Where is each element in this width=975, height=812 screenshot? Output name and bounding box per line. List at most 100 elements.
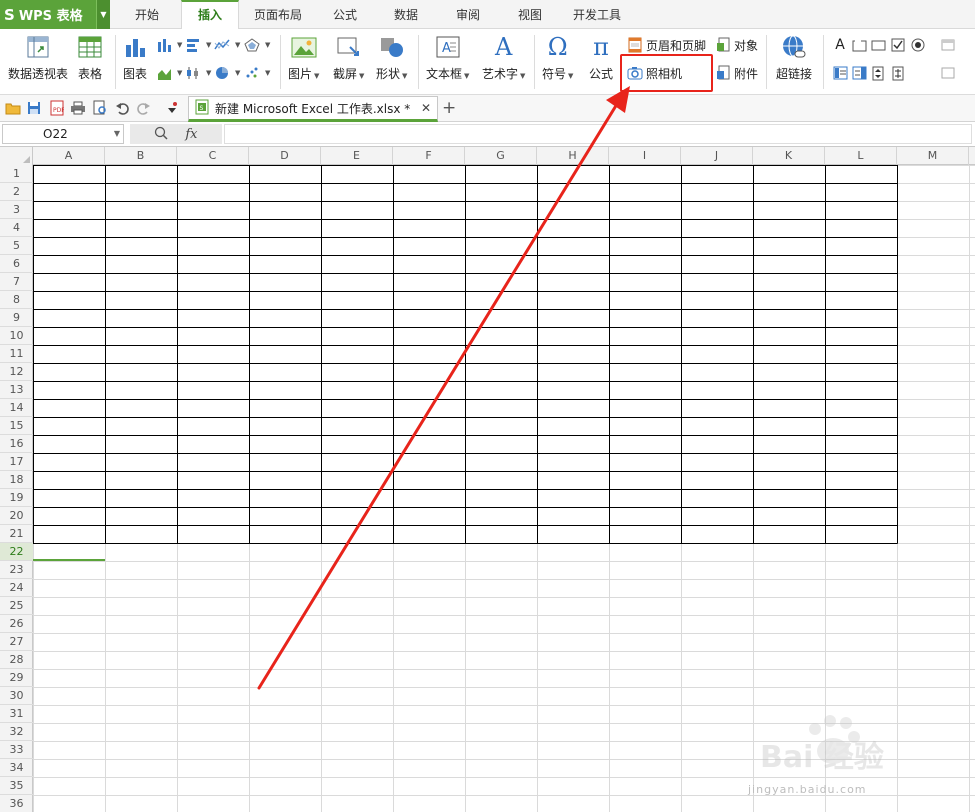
zoom-search-icon[interactable] xyxy=(154,126,168,143)
print-preview-icon[interactable] xyxy=(92,100,108,116)
app-menu-button[interactable]: S WPS 表格 ▼ xyxy=(0,0,110,29)
insert-function-icon[interactable]: fx xyxy=(185,127,197,142)
column-header-a[interactable]: A xyxy=(33,147,105,165)
equation-button[interactable]: π 公式 xyxy=(587,33,615,89)
row-header-14[interactable]: 14 xyxy=(0,399,33,417)
scrollbar-control-button[interactable] xyxy=(890,63,909,83)
row-header-10[interactable]: 10 xyxy=(0,327,33,345)
row-header-32[interactable]: 32 xyxy=(0,723,33,741)
object-button[interactable]: 对象 xyxy=(715,35,758,55)
row-header-12[interactable]: 12 xyxy=(0,363,33,381)
column-header-l[interactable]: L xyxy=(825,147,897,165)
row-header-34[interactable]: 34 xyxy=(0,759,33,777)
edit-control-button[interactable] xyxy=(940,63,959,83)
table-button[interactable]: 表格 xyxy=(76,33,104,89)
row-header-29[interactable]: 29 xyxy=(0,669,33,687)
column-header-i[interactable]: I xyxy=(609,147,681,165)
groupbox-control-button[interactable] xyxy=(851,35,870,55)
row-header-1[interactable]: 1 xyxy=(0,165,33,183)
attachment-button[interactable]: 附件 xyxy=(715,63,758,83)
row-header-33[interactable]: 33 xyxy=(0,741,33,759)
new-tab-plus-icon[interactable]: + xyxy=(442,98,456,118)
tab-view[interactable]: 视图 xyxy=(505,0,555,30)
area-chart-button[interactable]: ▼ xyxy=(156,63,182,83)
bar-chart-button[interactable]: ▼ xyxy=(185,35,211,55)
column-header-k[interactable]: K xyxy=(753,147,825,165)
document-tab[interactable]: S 新建 Microsoft Excel 工作表.xlsx * ✕ xyxy=(188,96,438,122)
row-header-25[interactable]: 25 xyxy=(0,597,33,615)
row-header-7[interactable]: 7 xyxy=(0,273,33,291)
select-all-corner[interactable] xyxy=(0,147,33,165)
row-header-17[interactable]: 17 xyxy=(0,453,33,471)
checkbox-control-button[interactable] xyxy=(890,35,909,55)
customize-qa-icon[interactable] xyxy=(164,100,180,116)
open-folder-icon[interactable] xyxy=(5,100,21,116)
row-header-24[interactable]: 24 xyxy=(0,579,33,597)
formula-input[interactable] xyxy=(224,124,972,144)
row-header-23[interactable]: 23 xyxy=(0,561,33,579)
app-dropdown-icon[interactable]: ▼ xyxy=(96,0,110,29)
header-footer-button[interactable]: 页眉和页脚 xyxy=(627,35,706,55)
chevron-down-icon[interactable]: ▼ xyxy=(114,125,120,143)
tab-page-layout[interactable]: 页面布局 xyxy=(248,0,308,30)
tab-insert[interactable]: 插入 xyxy=(181,0,239,30)
row-header-19[interactable]: 19 xyxy=(0,489,33,507)
row-header-4[interactable]: 4 xyxy=(0,219,33,237)
screenshot-button[interactable]: 截屏 ▼ xyxy=(333,33,364,89)
window-control-button[interactable] xyxy=(940,35,959,55)
row-header-5[interactable]: 5 xyxy=(0,237,33,255)
close-tab-icon[interactable]: ✕ xyxy=(421,101,431,115)
textbox-button[interactable]: A 文本框 ▼ xyxy=(426,33,469,89)
undo-icon[interactable] xyxy=(114,100,130,116)
row-header-36[interactable]: 36 xyxy=(0,795,33,812)
tab-formulas[interactable]: 公式 xyxy=(320,0,370,30)
radar-chart-button[interactable]: ▼ xyxy=(244,35,270,55)
spinner-control-button[interactable] xyxy=(870,63,889,83)
column-header-b[interactable]: B xyxy=(105,147,177,165)
row-header-3[interactable]: 3 xyxy=(0,201,33,219)
column-chart-button[interactable]: ▼ xyxy=(156,35,182,55)
listbox-control-button[interactable] xyxy=(832,63,851,83)
button-control-button[interactable] xyxy=(870,35,889,55)
label-control-button[interactable]: A xyxy=(832,35,851,55)
row-header-2[interactable]: 2 xyxy=(0,183,33,201)
name-box[interactable]: O22 ▼ xyxy=(2,124,124,144)
tab-developer[interactable]: 开发工具 xyxy=(566,0,628,30)
shapes-button[interactable]: 形状 ▼ xyxy=(376,33,407,89)
column-header-j[interactable]: J xyxy=(681,147,753,165)
scatter-chart-button[interactable]: ▼ xyxy=(244,63,270,83)
row-header-35[interactable]: 35 xyxy=(0,777,33,795)
symbol-button[interactable]: Ω 符号 ▼ xyxy=(542,33,573,89)
column-header-d[interactable]: D xyxy=(249,147,321,165)
chart-button[interactable]: 图表 xyxy=(121,33,149,89)
row-header-13[interactable]: 13 xyxy=(0,381,33,399)
line-chart-button[interactable]: ▼ xyxy=(214,35,240,55)
row-header-18[interactable]: 18 xyxy=(0,471,33,489)
hyperlink-button[interactable]: 超链接 xyxy=(776,33,812,89)
pie-chart-button[interactable]: ▼ xyxy=(214,63,240,83)
column-header-f[interactable]: F xyxy=(393,147,465,165)
combobox-control-button[interactable] xyxy=(851,63,870,83)
row-header-20[interactable]: 20 xyxy=(0,507,33,525)
row-header-26[interactable]: 26 xyxy=(0,615,33,633)
row-header-31[interactable]: 31 xyxy=(0,705,33,723)
row-header-22[interactable]: 22 xyxy=(0,543,33,561)
stock-chart-button[interactable]: ▼ xyxy=(185,63,211,83)
column-header-g[interactable]: G xyxy=(465,147,537,165)
row-header-28[interactable]: 28 xyxy=(0,651,33,669)
row-header-8[interactable]: 8 xyxy=(0,291,33,309)
save-icon[interactable] xyxy=(26,100,42,116)
row-header-9[interactable]: 9 xyxy=(0,309,33,327)
redo-icon[interactable] xyxy=(136,100,152,116)
tab-data[interactable]: 数据 xyxy=(381,0,431,30)
column-header-e[interactable]: E xyxy=(321,147,393,165)
column-header-c[interactable]: C xyxy=(177,147,249,165)
pivot-table-button[interactable]: 数据透视表 xyxy=(8,33,68,89)
column-header-h[interactable]: H xyxy=(537,147,609,165)
tab-home[interactable]: 开始 xyxy=(122,0,172,30)
row-header-15[interactable]: 15 xyxy=(0,417,33,435)
picture-button[interactable]: 图片 ▼ xyxy=(288,33,319,89)
radio-control-button[interactable] xyxy=(910,35,929,55)
row-header-16[interactable]: 16 xyxy=(0,435,33,453)
export-pdf-icon[interactable]: PDF xyxy=(49,100,65,116)
